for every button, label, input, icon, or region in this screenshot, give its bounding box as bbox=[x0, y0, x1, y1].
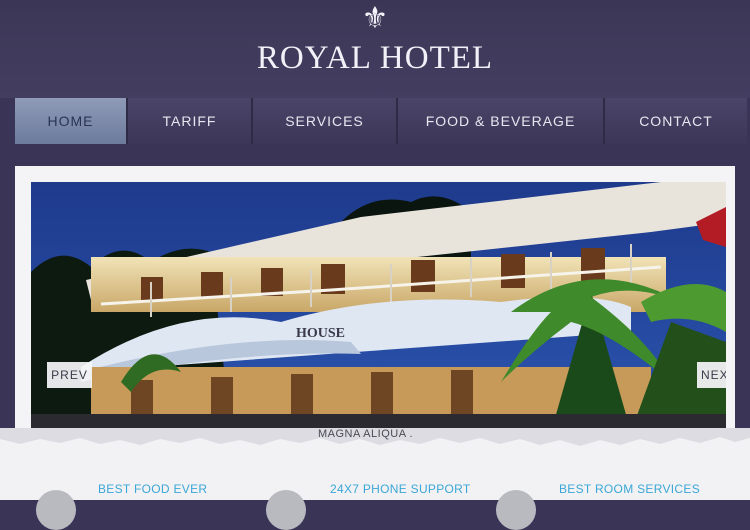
feature-room-services: BEST ROOM SERVICES bbox=[559, 480, 700, 500]
hotel-photo: HOUSE bbox=[31, 182, 726, 432]
main-nav: HOME TARIFF SERVICES FOOD & BEVERAGE CON… bbox=[15, 98, 747, 144]
next-button[interactable]: NEXT bbox=[697, 362, 726, 388]
food-icon bbox=[36, 490, 76, 530]
site-header: ⚜ ROYAL HOTEL bbox=[0, 0, 750, 98]
prev-button[interactable]: PREV bbox=[47, 362, 92, 388]
slider-frame: HOUSE PREV NEXT bbox=[15, 166, 735, 432]
phone-icon bbox=[266, 490, 306, 530]
feature-title-food[interactable]: BEST FOOD EVER bbox=[98, 482, 207, 496]
nav-home[interactable]: HOME bbox=[15, 98, 128, 144]
feature-food: BEST FOOD EVER bbox=[98, 480, 207, 500]
feature-phone-support: 24X7 PHONE SUPPORT bbox=[330, 480, 471, 500]
nav-tariff[interactable]: TARIFF bbox=[128, 98, 253, 144]
feature-title-phone[interactable]: 24X7 PHONE SUPPORT bbox=[330, 482, 471, 496]
fleur-de-lis-icon: ⚜ bbox=[361, 1, 389, 36]
room-service-icon bbox=[496, 490, 536, 530]
feature-title-room[interactable]: BEST ROOM SERVICES bbox=[559, 482, 700, 496]
slide-image: HOUSE PREV NEXT bbox=[31, 182, 726, 432]
nav-services[interactable]: SERVICES bbox=[253, 98, 398, 144]
nav-food-beverage[interactable]: FOOD & BEVERAGE bbox=[398, 98, 605, 144]
site-title[interactable]: ROYAL HOTEL bbox=[0, 40, 750, 77]
sign-text: HOUSE bbox=[296, 326, 345, 341]
caption-text: MAGNA ALIQUA . bbox=[318, 428, 414, 440]
nav-contact[interactable]: CONTACT bbox=[605, 98, 747, 144]
